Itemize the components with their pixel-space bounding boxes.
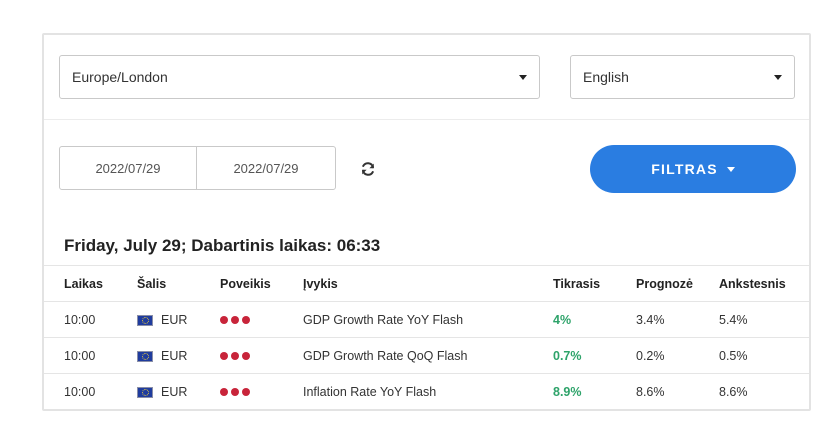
eu-flag-icon <box>137 350 153 362</box>
timezone-select[interactable]: Europe/London <box>59 55 540 99</box>
impact-dot-icon <box>220 388 228 396</box>
event-name[interactable]: GDP Growth Rate YoY Flash <box>303 302 463 338</box>
impact-dot-icon <box>242 388 250 396</box>
event-time: 10:00 <box>64 349 96 363</box>
table-row[interactable]: 10:00 EUR Inflation Rate YoY Flash 8.9% … <box>44 373 809 409</box>
impact-dot-icon <box>231 388 239 396</box>
event-previous: 5.4% <box>719 313 748 327</box>
event-country: EUR <box>137 374 187 410</box>
event-previous: 8.6% <box>719 385 748 399</box>
filter-button-label: FILTRAS <box>651 161 718 177</box>
chevron-down-icon <box>774 75 782 80</box>
date-to-input[interactable]: 2022/07/29 <box>196 146 336 190</box>
impact-dot-icon <box>231 352 239 360</box>
refresh-icon[interactable] <box>358 159 378 179</box>
event-name[interactable]: Inflation Rate YoY Flash <box>303 374 436 410</box>
event-name[interactable]: GDP Growth Rate QoQ Flash <box>303 338 467 374</box>
impact-dot-icon <box>220 352 228 360</box>
event-time: 10:00 <box>64 385 96 399</box>
table-row[interactable]: 10:00 EUR GDP Growth Rate QoQ Flash 0.7%… <box>44 337 809 373</box>
event-currency: EUR <box>161 385 188 399</box>
col-country-header[interactable]: Šalis <box>137 266 166 302</box>
impact-dot-icon <box>231 316 239 324</box>
events-table: Laikas Šalis Poveikis Įvykis Tikrasis Pr… <box>44 265 809 409</box>
event-country: EUR <box>137 302 187 338</box>
impact-indicator <box>220 338 253 374</box>
language-select[interactable]: English <box>570 55 795 99</box>
impact-dot-icon <box>242 316 250 324</box>
chevron-down-icon <box>726 166 735 172</box>
col-event-header[interactable]: Įvykis <box>303 266 338 302</box>
impact-dot-icon <box>220 316 228 324</box>
col-actual-header[interactable]: Tikrasis <box>553 266 600 302</box>
event-time: 10:00 <box>64 313 96 327</box>
event-forecast: 0.2% <box>636 349 665 363</box>
event-actual: 4% <box>553 313 572 327</box>
event-country: EUR <box>137 338 187 374</box>
calendar-panel: Europe/London English 2022/07/29 2022/07… <box>42 33 811 411</box>
date-from-input[interactable]: 2022/07/29 <box>59 146 197 190</box>
event-forecast: 8.6% <box>636 385 665 399</box>
day-heading: Friday, July 29; Dabartinis laikas: 06:3… <box>64 236 381 255</box>
col-forecast-header[interactable]: Prognozė <box>636 266 693 302</box>
impact-dot-icon <box>242 352 250 360</box>
col-time-header[interactable]: Laikas <box>64 266 103 302</box>
table-row[interactable]: 10:00 EUR GDP Growth Rate YoY Flash 4% 3… <box>44 301 809 337</box>
timezone-value: Europe/London <box>72 69 168 85</box>
col-previous-header[interactable]: Ankstesnis <box>719 266 786 302</box>
filter-button[interactable]: FILTRAS <box>590 145 796 193</box>
eu-flag-icon <box>137 386 153 398</box>
event-actual: 8.9% <box>553 385 582 399</box>
language-value: English <box>583 69 629 85</box>
col-impact-header[interactable]: Poveikis <box>220 266 271 302</box>
event-currency: EUR <box>161 349 188 363</box>
event-currency: EUR <box>161 313 188 327</box>
table-header-row: Laikas Šalis Poveikis Įvykis Tikrasis Pr… <box>44 265 809 301</box>
impact-indicator <box>220 374 253 410</box>
divider <box>44 119 809 120</box>
event-actual: 0.7% <box>553 349 582 363</box>
event-previous: 0.5% <box>719 349 748 363</box>
event-forecast: 3.4% <box>636 313 665 327</box>
eu-flag-icon <box>137 314 153 326</box>
chevron-down-icon <box>519 75 527 80</box>
impact-indicator <box>220 302 253 338</box>
